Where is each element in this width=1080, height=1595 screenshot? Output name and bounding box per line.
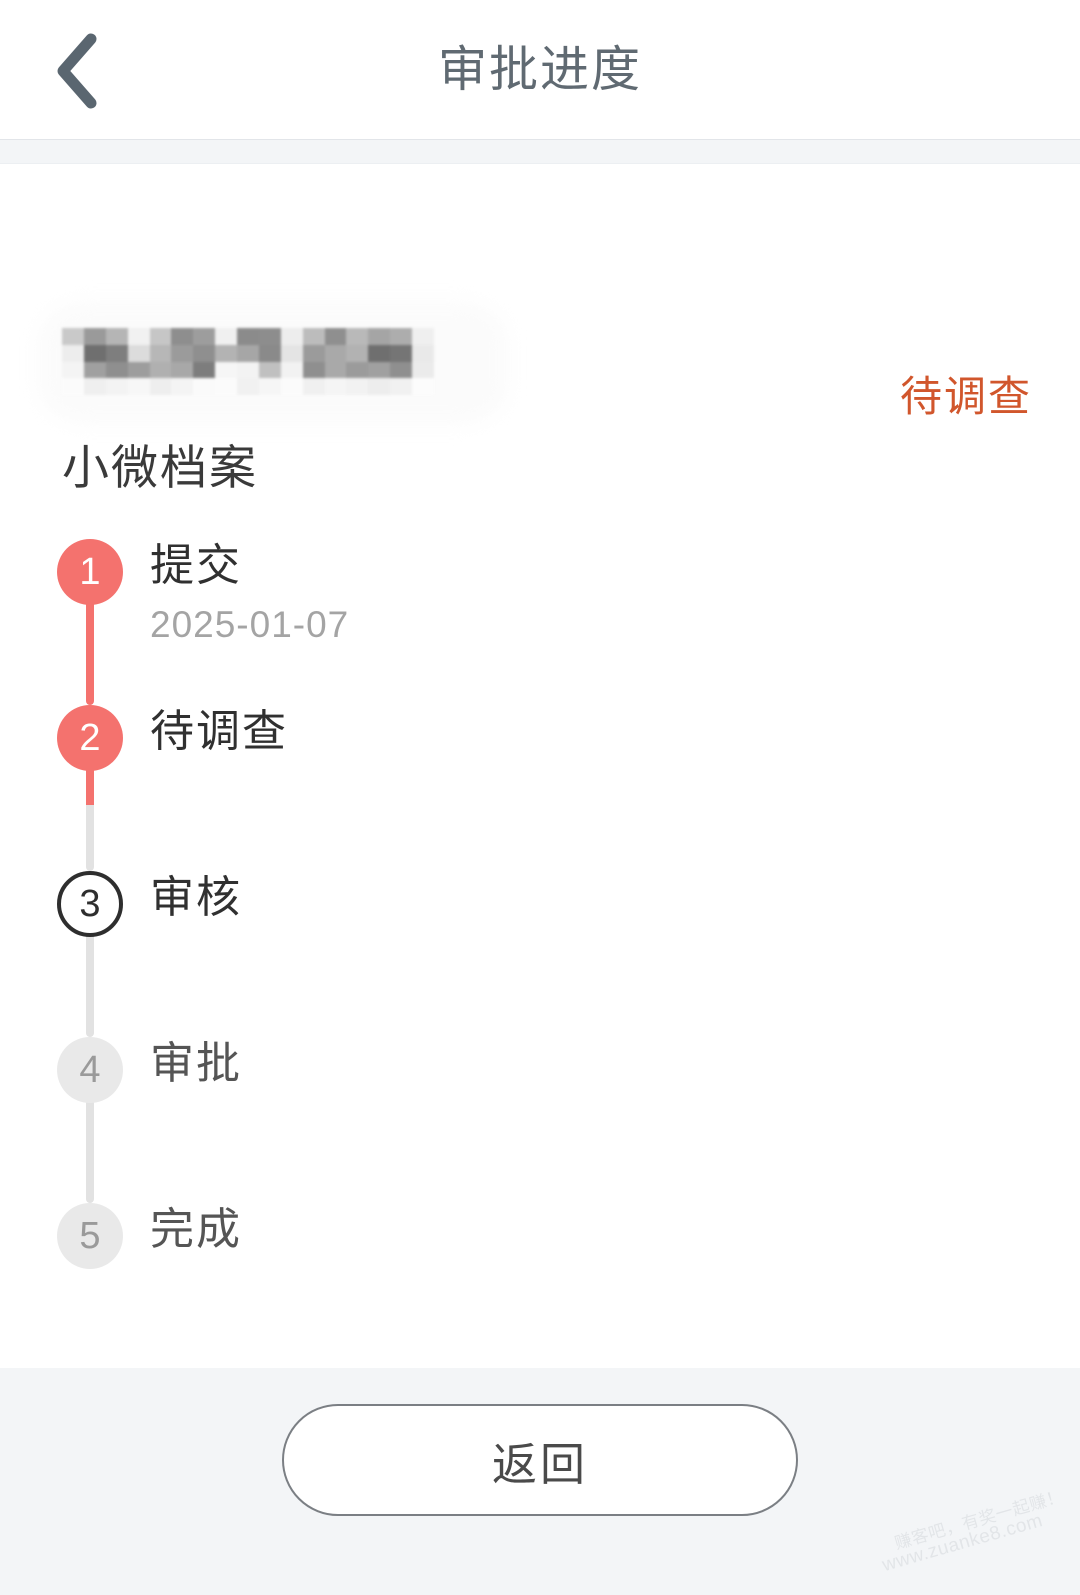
approval-timeline: 1 提交 2025-01-07 2 待调查 3 审核 4 审批 5 完成	[0, 539, 1080, 1323]
step-label-1: 提交	[150, 541, 242, 590]
watermark-line-2: www.zuanke8.com	[879, 1510, 1046, 1577]
step-node-3: 3	[57, 871, 123, 937]
step-label-2: 待调查	[150, 707, 288, 756]
app-header: 审批进度	[0, 0, 1080, 140]
step-label-5: 完成	[150, 1205, 242, 1254]
step-node-2: 2	[57, 705, 123, 771]
step-label-4: 审批	[150, 1039, 242, 1088]
mosaic-blocks	[62, 328, 434, 395]
step-body-4: 审批	[150, 1033, 242, 1095]
back-action-button[interactable]: 返回	[282, 1404, 798, 1516]
timeline-step-2: 2 待调查	[0, 705, 1080, 871]
step-label-3: 审核	[150, 873, 242, 922]
page-title: 审批进度	[437, 43, 642, 97]
redacted-title	[20, 294, 540, 429]
watermark-line-1: 赚客吧，有奖一起赚！	[892, 1486, 1066, 1554]
step-body-2: 待调查	[150, 701, 288, 763]
timeline-step-4: 4 审批	[0, 1037, 1080, 1203]
step-date-1: 2025-01-07	[150, 604, 350, 645]
timeline-step-3: 3 审核	[0, 871, 1080, 1037]
connector-3-4	[86, 923, 94, 1037]
timeline-step-1: 1 提交 2025-01-07	[0, 539, 1080, 705]
step-body-1: 提交 2025-01-07	[150, 535, 349, 653]
connector-4-5	[86, 1089, 94, 1203]
step-node-1: 1	[57, 539, 123, 605]
site-watermark: 赚客吧，有奖一起赚！ www.zuanke8.com	[876, 1487, 1076, 1587]
step-body-3: 审核	[150, 867, 242, 929]
timeline-step-5: 5 完成	[0, 1203, 1080, 1323]
connector-1-2	[86, 591, 94, 705]
header-divider-band	[0, 140, 1080, 164]
footer-bar: 返回 赚客吧，有奖一起赚！ www.zuanke8.com	[0, 1368, 1080, 1595]
step-node-5: 5	[57, 1203, 123, 1269]
step-body-5: 完成	[150, 1199, 242, 1261]
approval-card: 待调查 小微档案 1 提交 2025-01-07 2 待调查 3 审核 4 审批…	[0, 164, 1080, 1368]
step-node-4: 4	[57, 1037, 123, 1103]
connector-2-3	[86, 757, 94, 871]
status-badge: 待调查	[899, 373, 1032, 420]
document-subtitle: 小微档案	[62, 441, 258, 494]
